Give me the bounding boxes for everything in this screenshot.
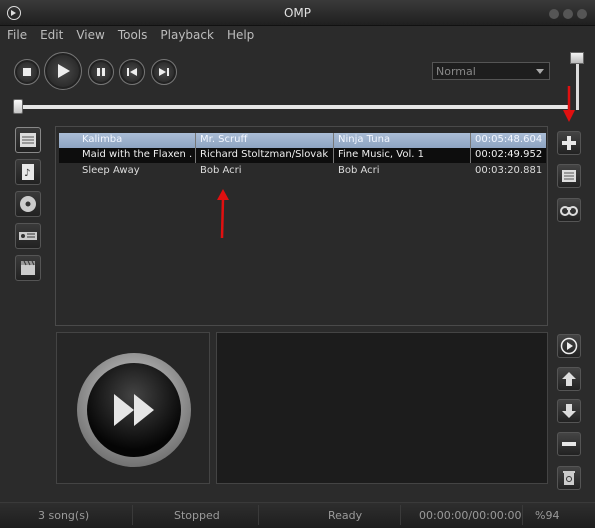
sidebar-radio-button[interactable] <box>15 223 41 249</box>
annotation-arrow-down-icon <box>563 86 575 122</box>
remove-button[interactable] <box>557 432 581 456</box>
skip-forward-icon <box>159 68 169 76</box>
play-circle-icon <box>560 337 578 355</box>
play-icon <box>58 64 70 78</box>
play-button[interactable] <box>44 52 82 90</box>
status-divider <box>258 505 259 525</box>
status-bar: 3 song(s) Stopped Ready 00:00:00/00:00:0… <box>0 502 595 528</box>
close-button[interactable] <box>577 9 587 19</box>
playlist-table[interactable]: Kalimba Mr. Scruff Ninja Tuna 00:05:48.6… <box>55 126 548 326</box>
clear-playlist-button[interactable] <box>557 466 581 490</box>
window-controls <box>549 9 587 19</box>
recycle-bin-icon <box>563 471 575 485</box>
play-mode-value: Normal <box>436 65 476 78</box>
fast-forward-icon <box>87 363 181 457</box>
pause-button[interactable] <box>88 59 114 85</box>
svg-text:♪: ♪ <box>24 168 30 179</box>
column-divider <box>470 148 471 163</box>
seek-handle[interactable] <box>13 99 23 114</box>
title-bar: OMP <box>0 0 595 26</box>
menu-help[interactable]: Help <box>220 26 260 44</box>
status-divider <box>522 505 523 525</box>
track-album: Ninja Tuna <box>338 134 391 145</box>
list-icon <box>20 133 36 147</box>
track-info-panel <box>216 332 548 484</box>
column-divider <box>333 148 334 163</box>
cd-icon <box>20 196 36 212</box>
radio-icon <box>19 232 37 240</box>
move-down-button[interactable] <box>557 399 581 423</box>
menu-view[interactable]: View <box>69 26 110 44</box>
column-divider <box>195 148 196 163</box>
column-divider <box>195 133 196 148</box>
find-button[interactable] <box>557 198 581 222</box>
big-forward-button[interactable] <box>77 353 191 467</box>
playback-status: Stopped <box>174 509 220 522</box>
time-display: 00:00:00/00:00:00 <box>419 509 522 522</box>
add-files-button[interactable] <box>557 131 581 155</box>
track-duration: 00:03:20.881 <box>475 165 543 176</box>
menu-edit[interactable]: Edit <box>33 26 69 44</box>
table-row[interactable]: Kalimba Mr. Scruff Ninja Tuna 00:05:48.6… <box>59 133 546 148</box>
track-album: Bob Acri <box>338 165 380 176</box>
table-row[interactable]: Sleep Away Bob Acri Bob Acri 00:03:20.88… <box>59 164 546 179</box>
pause-icon <box>97 68 105 76</box>
clapperboard-icon <box>21 260 35 275</box>
track-album: Fine Music, Vol. 1 <box>338 149 424 160</box>
menu-tools[interactable]: Tools <box>111 26 154 44</box>
song-count: 3 song(s) <box>38 509 90 522</box>
binoculars-icon <box>560 206 578 216</box>
chevron-down-icon <box>536 69 544 74</box>
minimize-button[interactable] <box>549 9 559 19</box>
next-track-button[interactable] <box>151 59 177 85</box>
annotation-arrow-up-icon <box>217 189 229 239</box>
sidebar-playlist-button[interactable] <box>15 127 41 153</box>
menu-bar: File Edit View Tools Playback Help <box>0 26 260 44</box>
plus-icon <box>562 136 576 150</box>
menu-playback[interactable]: Playback <box>153 26 220 44</box>
play-mode-select[interactable]: Normal <box>432 62 550 80</box>
minus-icon <box>562 442 576 446</box>
volume-display: %94 <box>535 509 560 522</box>
seek-bar[interactable] <box>17 105 570 109</box>
maximize-button[interactable] <box>563 9 573 19</box>
sidebar-video-button[interactable] <box>15 255 41 281</box>
sidebar-cd-button[interactable] <box>15 191 41 217</box>
album-art-panel <box>56 332 210 484</box>
stop-icon <box>23 68 31 76</box>
menu-file[interactable]: File <box>0 26 33 44</box>
skip-back-icon <box>127 68 137 76</box>
track-artist: Richard Stoltzman/Slovak ... <box>200 149 328 160</box>
play-selected-button[interactable] <box>557 334 581 358</box>
track-artist: Bob Acri <box>200 165 242 176</box>
move-up-button[interactable] <box>557 367 581 391</box>
track-artist: Mr. Scruff <box>200 134 248 145</box>
ready-status: Ready <box>328 509 363 522</box>
music-document-icon: ♪ <box>22 164 34 180</box>
track-title: Sleep Away <box>82 165 140 176</box>
previous-track-button[interactable] <box>119 59 145 85</box>
status-divider <box>132 505 133 525</box>
arrow-up-icon <box>562 372 576 386</box>
playlist-view-button[interactable] <box>557 164 581 188</box>
window-title: OMP <box>283 6 312 20</box>
status-divider <box>400 505 401 525</box>
track-title: Maid with the Flaxen ... <box>82 149 192 160</box>
volume-slider-handle[interactable] <box>570 52 584 64</box>
sidebar-library-button[interactable]: ♪ <box>15 159 41 185</box>
stop-button[interactable] <box>14 59 40 85</box>
track-duration: 00:05:48.604 <box>475 134 543 145</box>
arrow-down-icon <box>562 404 576 418</box>
track-title: Kalimba <box>82 134 123 145</box>
column-divider <box>333 133 334 148</box>
list-icon <box>562 170 576 182</box>
track-duration: 00:02:49.952 <box>475 149 543 160</box>
column-divider <box>470 133 471 148</box>
table-row[interactable]: Maid with the Flaxen ... Richard Stoltzm… <box>59 148 546 163</box>
